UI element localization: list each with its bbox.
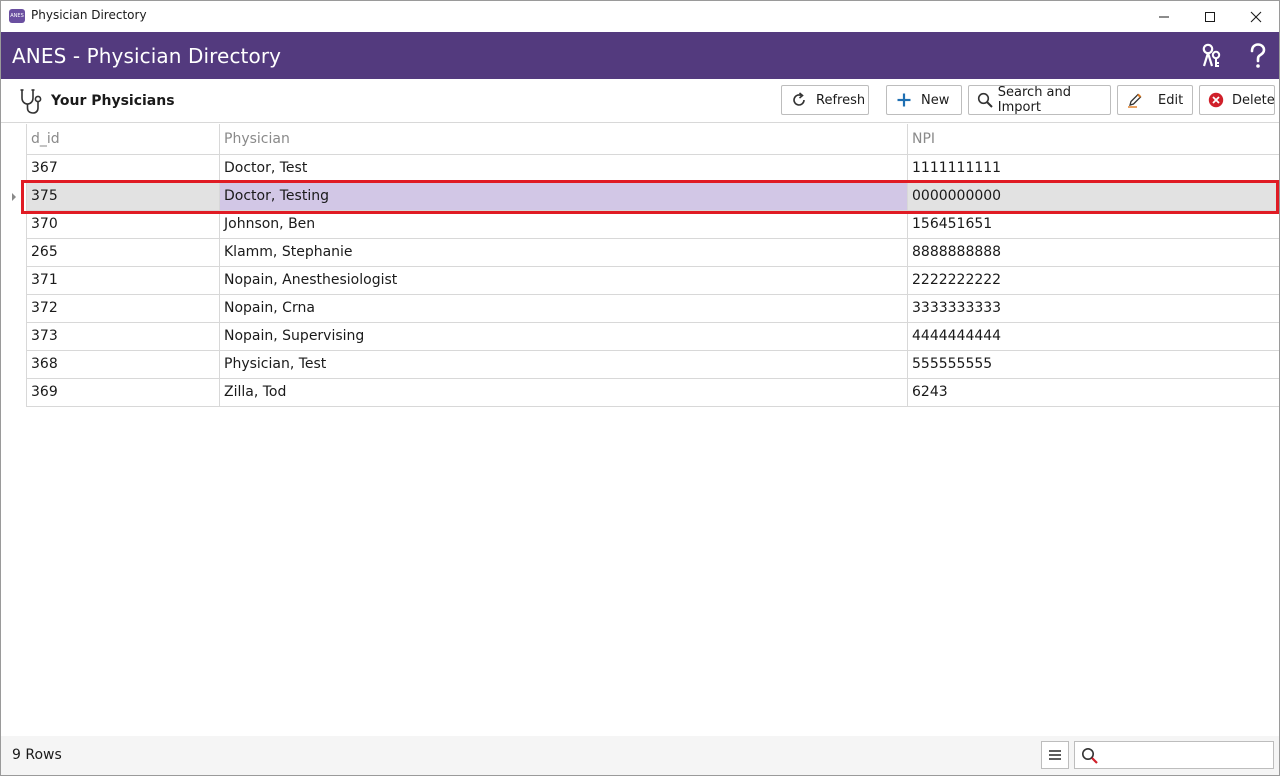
cell-d-id[interactable]: 370 bbox=[26, 211, 219, 238]
section-title: Your Physicians bbox=[51, 93, 175, 109]
cell-npi[interactable]: 2222222222 bbox=[907, 267, 1279, 294]
row-count: 9 Rows bbox=[12, 747, 62, 763]
new-button[interactable]: New bbox=[886, 85, 962, 115]
cell-d-id[interactable]: 372 bbox=[26, 295, 219, 322]
table-row[interactable]: 371 Nopain, Anesthesiologist 2222222222 bbox=[26, 267, 1279, 295]
column-header-npi[interactable]: NPI bbox=[907, 124, 1279, 155]
maximize-icon bbox=[1205, 11, 1215, 22]
help-button[interactable] bbox=[1244, 41, 1272, 71]
grid-header: d_id Physician NPI bbox=[26, 124, 1279, 155]
search-icon bbox=[977, 91, 994, 109]
cell-npi[interactable]: 1111111111 bbox=[907, 155, 1279, 182]
cell-physician[interactable]: Physician, Test bbox=[219, 351, 907, 378]
cell-physician[interactable]: Doctor, Testing bbox=[219, 183, 907, 210]
refresh-label: Refresh bbox=[816, 92, 866, 108]
cell-physician[interactable]: Nopain, Supervising bbox=[219, 323, 907, 350]
cell-d-id[interactable]: 371 bbox=[26, 267, 219, 294]
cell-physician[interactable]: Zilla, Tod bbox=[219, 379, 907, 406]
cell-physician[interactable]: Nopain, Crna bbox=[219, 295, 907, 322]
table-row[interactable]: 372 Nopain, Crna 3333333333 bbox=[26, 295, 1279, 323]
app-icon: ANES bbox=[9, 9, 25, 23]
column-header-physician[interactable]: Physician bbox=[219, 124, 907, 155]
minimize-button[interactable] bbox=[1141, 1, 1187, 32]
cell-d-id[interactable]: 368 bbox=[26, 351, 219, 378]
table-row[interactable]: 367 Doctor, Test 1111111111 bbox=[26, 155, 1279, 183]
plus-icon bbox=[895, 91, 913, 109]
close-icon bbox=[1250, 11, 1262, 22]
physician-grid: d_id Physician NPI 367 Doctor, Test 111111… bbox=[1, 124, 1279, 736]
table-row[interactable]: 375 Doctor, Testing 0000000000 bbox=[26, 183, 1279, 211]
table-row[interactable]: 370 Johnson, Ben 156451651 bbox=[26, 211, 1279, 239]
page-title: ANES - Physician Directory bbox=[12, 44, 282, 68]
minimize-icon bbox=[1159, 16, 1169, 17]
cell-npi[interactable]: 6243 bbox=[907, 379, 1279, 406]
table-row[interactable]: 265 Klamm, Stephanie 8888888888 bbox=[26, 239, 1279, 267]
search-import-button[interactable]: Search and Import bbox=[968, 85, 1111, 115]
cell-npi[interactable]: 3333333333 bbox=[907, 295, 1279, 322]
cell-d-id[interactable]: 369 bbox=[26, 379, 219, 406]
cell-physician[interactable]: Nopain, Anesthesiologist bbox=[219, 267, 907, 294]
cell-npi[interactable]: 156451651 bbox=[907, 211, 1279, 238]
table-row[interactable]: 368 Physician, Test 555555555 bbox=[26, 351, 1279, 379]
search-import-label: Search and Import bbox=[997, 85, 1072, 115]
cell-d-id[interactable]: 367 bbox=[26, 155, 219, 182]
row-indicator-icon bbox=[12, 193, 16, 201]
cell-npi[interactable]: 555555555 bbox=[907, 351, 1279, 378]
app-header: ANES - Physician Directory bbox=[1, 32, 1279, 79]
cell-npi[interactable]: 8888888888 bbox=[907, 239, 1279, 266]
stethoscope-icon bbox=[20, 89, 42, 114]
users-key-button[interactable] bbox=[1198, 41, 1226, 71]
users-key-icon bbox=[1202, 43, 1221, 67]
help-icon bbox=[1250, 43, 1266, 68]
cell-npi[interactable]: 0000000000 bbox=[907, 183, 1279, 210]
table-row[interactable]: 369 Zilla, Tod 6243 bbox=[26, 379, 1279, 407]
delete-icon bbox=[1208, 91, 1224, 109]
table-row[interactable]: 373 Nopain, Supervising 4444444444 bbox=[26, 323, 1279, 351]
hamburger-icon bbox=[1049, 750, 1061, 760]
window-title: Physician Directory bbox=[31, 8, 147, 22]
grid-search-input[interactable] bbox=[1103, 745, 1269, 765]
delete-button[interactable]: Delete bbox=[1199, 85, 1275, 115]
pencil-icon bbox=[1126, 91, 1144, 109]
cell-d-id[interactable]: 373 bbox=[26, 323, 219, 350]
cell-physician[interactable]: Doctor, Test bbox=[219, 155, 907, 182]
close-button[interactable] bbox=[1233, 1, 1279, 32]
new-label: New bbox=[921, 92, 950, 108]
maximize-button[interactable] bbox=[1187, 1, 1233, 32]
cell-d-id[interactable]: 265 bbox=[26, 239, 219, 266]
title-bar: ANES Physician Directory bbox=[1, 1, 1279, 32]
cell-d-id[interactable]: 375 bbox=[26, 183, 219, 210]
grid-search-box[interactable] bbox=[1074, 741, 1274, 769]
edit-label: Edit bbox=[1158, 92, 1184, 108]
cell-physician[interactable]: Johnson, Ben bbox=[219, 211, 907, 238]
refresh-icon bbox=[790, 91, 808, 109]
menu-button[interactable] bbox=[1041, 741, 1069, 769]
status-bar: 9 Rows bbox=[1, 736, 1279, 775]
edit-button[interactable]: Edit bbox=[1117, 85, 1193, 115]
column-header-d-id[interactable]: d_id bbox=[26, 124, 219, 155]
app-window: ANES Physician Directory ANES - Physicia… bbox=[0, 0, 1280, 776]
refresh-button[interactable]: Refresh bbox=[781, 85, 869, 115]
delete-label: Delete bbox=[1232, 92, 1275, 108]
cell-physician[interactable]: Klamm, Stephanie bbox=[219, 239, 907, 266]
search-icon bbox=[1082, 748, 1098, 764]
toolbar: Your Physicians Refresh New Search and I… bbox=[1, 79, 1279, 123]
cell-npi[interactable]: 4444444444 bbox=[907, 323, 1279, 350]
